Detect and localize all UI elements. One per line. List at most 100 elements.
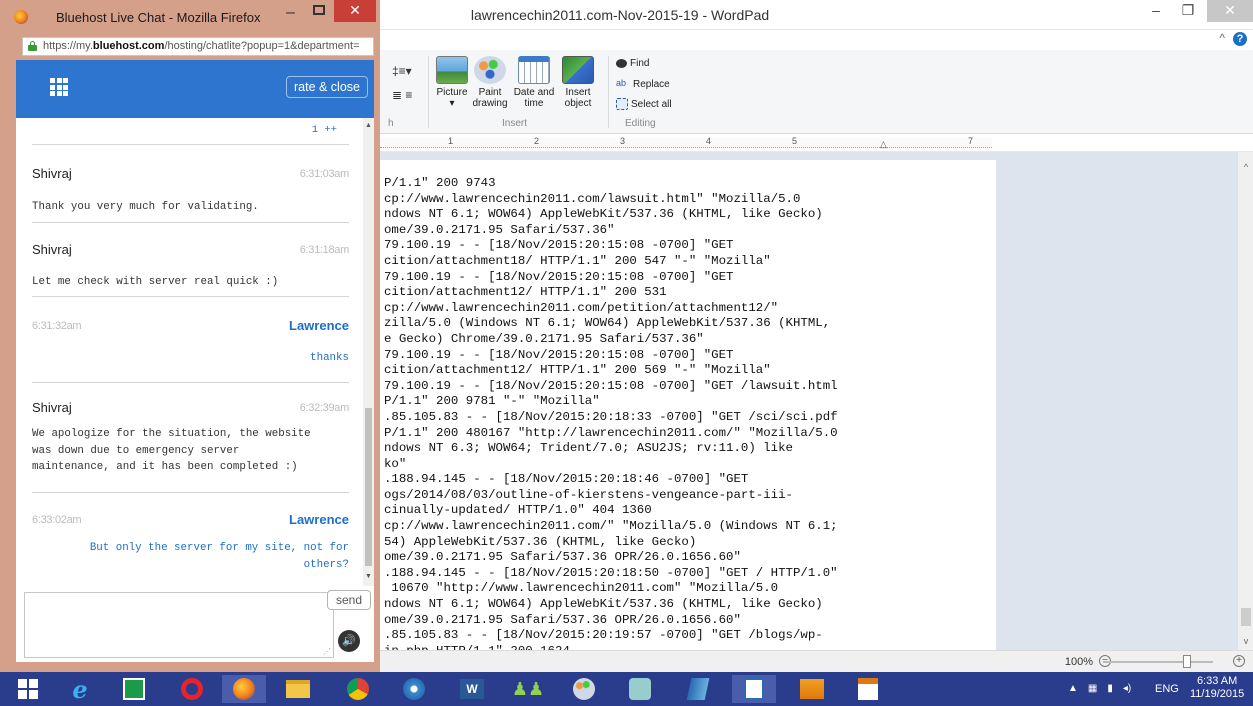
send-button[interactable]: send (327, 590, 371, 610)
date-time-button[interactable]: Date and time (512, 56, 556, 109)
paragraph-align-icon[interactable]: ≣ ≡ (392, 88, 412, 102)
scroll-down-icon[interactable]: v (1238, 636, 1253, 646)
taskbar-app[interactable] (618, 675, 662, 703)
find-button[interactable]: Find (616, 58, 649, 69)
document-text-line: P/1.1" 200 9743 (384, 176, 496, 190)
message-time: 6:33:02am (32, 514, 82, 526)
wordpad-restore-button[interactable]: ❐ (1173, 0, 1203, 22)
document-page[interactable]: P/1.1" 200 9743 cp://www.lawrencechin2011… (380, 160, 996, 650)
firefox-close-button[interactable]: ✕ (334, 0, 376, 22)
taskbar-app[interactable] (676, 675, 720, 703)
ruler-number: 1 (448, 136, 454, 146)
firefox-logo-icon (14, 10, 28, 24)
zoom-slider-thumb[interactable] (1183, 655, 1191, 668)
ruler[interactable]: 1 2 3 4 5 7 △ (380, 134, 1253, 152)
taskbar-store[interactable] (112, 675, 156, 703)
document-text-line: cp://www.lawrencechin2011.com/" "Mozilla… (384, 519, 838, 534)
help-icon[interactable]: ? (1233, 32, 1247, 46)
network-icon[interactable]: ▦ (1088, 683, 1097, 694)
document-text-line: .85.105.83 - - [18/Nov/2015:20:18:33 -07… (384, 409, 838, 424)
paint-drawing-button[interactable]: Paint drawing (468, 56, 512, 109)
document-scrollbar[interactable]: ^ v (1237, 152, 1253, 650)
paragraph-group-label: h (388, 118, 394, 129)
taskbar-firefox[interactable] (222, 675, 266, 703)
zoom-in-button[interactable]: + (1233, 655, 1245, 667)
document-text-line: 10670 "http://www.lawrencechin2011.com" … (384, 581, 779, 596)
rate-close-button[interactable]: rate & close (286, 76, 368, 98)
store-icon (123, 678, 145, 700)
document-text-line: ome/39.0.2171.95 Safari/537.36 OPR/26.0.… (384, 550, 741, 565)
chat-messages: 1 ++ Shivraj 6:31:03am Thank you very mu… (16, 118, 363, 586)
scroll-up-icon[interactable]: ^ (1238, 162, 1253, 172)
taskbar-clock[interactable]: 6:33 AM 11/19/2015 (1190, 675, 1244, 701)
wordpad-ribbon: ‡≡▾ ≣ ≡ h Picture ▾ Paint drawing Date an… (380, 50, 1253, 134)
firefox-maximize-button[interactable] (313, 5, 325, 15)
ruler-number: 2 (534, 136, 540, 146)
select-all-label: Select all (631, 98, 672, 110)
zoom-slider[interactable] (1103, 661, 1213, 663)
taskbar-people[interactable]: ♟♟ (506, 675, 550, 703)
tray-expand-icon[interactable]: ▲ (1068, 683, 1078, 694)
wordpad-tab-row: ^ ? (380, 30, 1253, 50)
taskbar-word[interactable]: W (450, 675, 494, 703)
battery-icon[interactable]: ▮ (1107, 683, 1113, 694)
taskbar: e W ♟♟ ▲ ▦ ▮ ◂) ENG 6:33 AM 11/19/2015 (0, 672, 1253, 706)
url-bar[interactable]: https://my.bluehost.com/hosting/chatlite… (22, 37, 374, 56)
chat-scroll-up-icon[interactable]: ▲ (363, 122, 374, 129)
ruler-number: 5 (792, 136, 798, 146)
paint-palette-icon (474, 56, 506, 84)
replace-button[interactable]: ab Replace (616, 78, 670, 90)
wordpad-close-button[interactable]: ✕ (1207, 0, 1253, 22)
document-text-line: 79.100.19 - - [18/Nov/2015:20:15:08 -070… (384, 269, 734, 284)
input-language[interactable]: ENG (1155, 683, 1179, 695)
document-text-line: ndows NT 6.1; WOW64) AppleWebKit/537.36 … (384, 597, 823, 612)
taskbar-app[interactable] (790, 675, 834, 703)
ruler-number: 4 (706, 136, 712, 146)
message-time: 6:32:39am (299, 402, 350, 414)
ruler-number: 7 (968, 136, 974, 146)
firefox-minimize-button[interactable]: – (286, 4, 295, 22)
document-text-line: cition/attachment18/ HTTP/1.1" 200 547 "… (384, 253, 771, 268)
sound-toggle-icon[interactable]: 🔊 (338, 630, 360, 652)
firefox-titlebar[interactable]: Bluehost Live Chat - Mozilla Firefox – ✕ (0, 0, 380, 36)
taskbar-paint[interactable] (562, 675, 606, 703)
menu-grid-icon[interactable] (50, 78, 68, 96)
ribbon-collapse-icon[interactable]: ^ (1219, 31, 1225, 45)
system-tray[interactable]: ▲ ▦ ▮ ◂) (1068, 683, 1131, 694)
chrome-icon (347, 678, 369, 700)
chat-scrollbar-thumb[interactable] (365, 408, 372, 566)
select-all-button[interactable]: Select all (616, 98, 672, 110)
start-button[interactable] (6, 675, 50, 703)
chat-message-input[interactable]: ⋰ (24, 592, 334, 658)
taskbar-app[interactable] (392, 675, 436, 703)
taskbar-ie[interactable]: e (58, 675, 102, 704)
paragraph-list-icon[interactable]: ‡≡▾ (392, 64, 412, 78)
lock-icon (28, 41, 37, 51)
ruler-track (380, 138, 992, 148)
message-text: But only the server for my site, not for… (89, 542, 349, 571)
document-text-line: ko" (384, 456, 407, 471)
volume-icon[interactable]: ◂) (1123, 683, 1131, 694)
right-indent-marker[interactable]: △ (880, 139, 887, 150)
object-icon (562, 56, 594, 84)
chat-scroll-down-icon[interactable]: ▼ (363, 573, 374, 580)
taskbar-file-explorer[interactable] (276, 675, 320, 703)
scrollbar-thumb[interactable] (1241, 608, 1251, 626)
ruler-number: 3 (620, 136, 626, 146)
chat-scrollbar[interactable]: ▲ ▼ (363, 118, 374, 586)
taskbar-wordpad[interactable] (732, 675, 776, 703)
message-time: 6:31:03am (299, 168, 350, 180)
taskbar-chrome[interactable] (336, 675, 380, 703)
resize-grip-icon[interactable]: ⋰ (323, 647, 331, 656)
taskbar-opera[interactable] (170, 675, 214, 703)
taskbar-app[interactable] (846, 675, 890, 703)
message-divider (32, 492, 349, 493)
message-divider (32, 382, 349, 383)
insert-object-button[interactable]: Insert object (556, 56, 600, 109)
wordpad-title: lawrencechin2011.com-Nov-2015-19 - WordP… (470, 7, 770, 23)
paint-icon (573, 678, 595, 700)
app-disc-icon (403, 678, 425, 700)
document-text-line: 79.100.19 - - [18/Nov/2015:20:15:08 -070… (384, 238, 734, 253)
wordpad-minimize-button[interactable]: – (1141, 0, 1171, 22)
document-text-line: e Gecko) Chrome/39.0.2171.95 Safari/537.… (384, 331, 704, 346)
